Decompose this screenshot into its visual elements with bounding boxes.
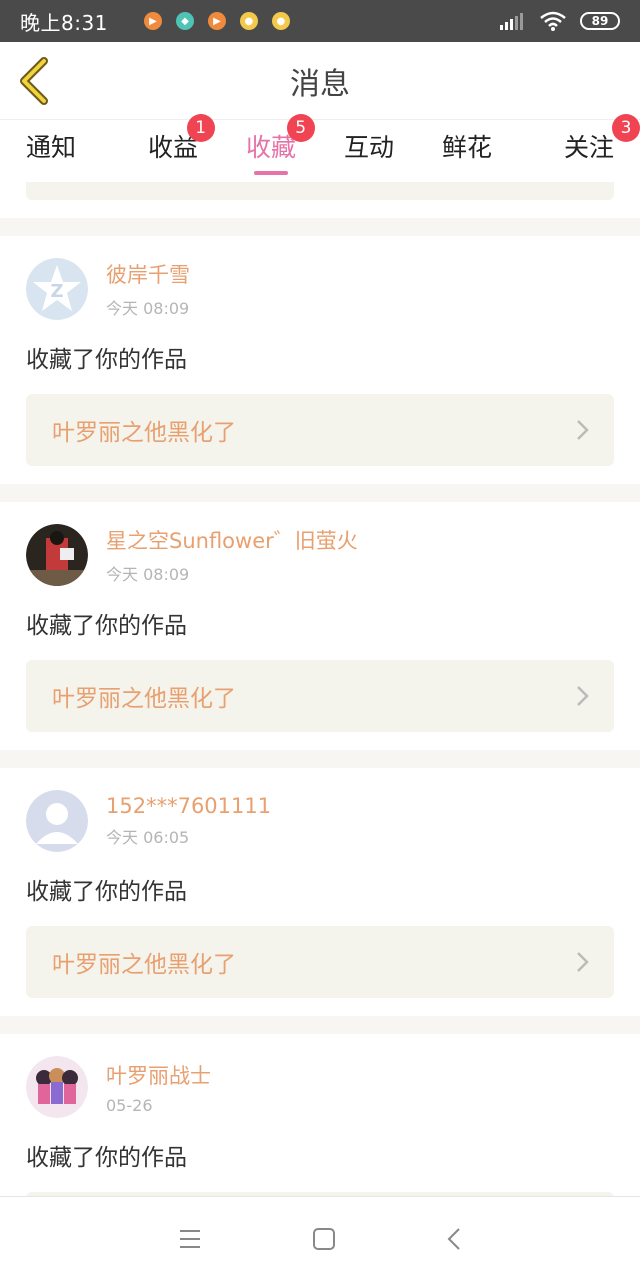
home-square-icon[interactable]	[312, 1227, 336, 1251]
bulb-icon: ●	[239, 12, 258, 30]
avatar[interactable]	[26, 790, 88, 852]
action-text: 收藏了你的作品	[26, 879, 187, 905]
header: 消息	[0, 42, 640, 120]
tab-earnings[interactable]: 收益 1	[124, 114, 222, 182]
chevron-left-icon[interactable]	[14, 57, 54, 105]
tab-label: 互动	[343, 133, 394, 162]
tab-label: 关注	[563, 133, 614, 162]
action-text: 收藏了你的作品	[26, 1145, 187, 1171]
notification-icons: ▶ ◆ ▶ ● ●	[143, 12, 290, 30]
svg-text:Z: Z	[50, 281, 63, 302]
chevron-right-icon	[577, 686, 589, 706]
message-card: 152***7601111 今天 06:05 收藏了你的作品 叶罗丽之他黑化了	[0, 768, 640, 1016]
work-link[interactable]: 叶罗丽之他黑化了	[26, 660, 614, 732]
timestamp: 今天 08:09	[106, 565, 190, 584]
chevron-right-icon	[577, 952, 589, 972]
username[interactable]: 152***7601111	[106, 794, 271, 818]
username[interactable]: 彼岸千雪	[106, 259, 190, 289]
message-card: Z 彼岸千雪 今天 08:09 收藏了你的作品 叶罗丽之他黑化了	[0, 236, 640, 484]
message-card: 星之空Sunflower゛旧萤火 今天 08:09 收藏了你的作品 叶罗丽之他黑…	[0, 502, 640, 750]
work-link[interactable]: 叶罗丽之他黑化了	[26, 926, 614, 998]
avatar[interactable]: Z	[26, 258, 88, 320]
avatar[interactable]	[26, 1056, 88, 1118]
timestamp: 05-26	[106, 1095, 153, 1115]
count-badge: 1	[186, 114, 215, 142]
tab-label: 鲜花	[441, 133, 492, 162]
work-title: 叶罗丽之他黑化了	[52, 952, 236, 978]
timestamp: 今天 08:09	[106, 299, 190, 318]
chevron-right-icon	[577, 420, 589, 440]
back-triangle-icon[interactable]	[446, 1227, 462, 1251]
count-badge: 3	[612, 114, 640, 142]
avatar[interactable]	[26, 524, 88, 586]
tab-label: 收藏	[245, 133, 296, 162]
tab-notifications[interactable]: 通知	[0, 120, 124, 182]
username[interactable]: 叶罗丽战士	[106, 1060, 211, 1090]
username[interactable]: 星之空Sunflower゛旧萤火	[106, 525, 358, 555]
status-bar: 晚上8:31 ▶ ◆ ▶ ● ● 89	[0, 0, 640, 42]
message-card: 叶罗丽战士 05-26 收藏了你的作品	[0, 1034, 640, 1196]
tab-flowers[interactable]: 鲜花	[418, 120, 516, 182]
page-title: 消息	[290, 66, 350, 102]
action-text: 收藏了你的作品	[26, 347, 187, 373]
work-title: 叶罗丽之他黑化了	[52, 420, 236, 446]
work-title: 叶罗丽之他黑化了	[52, 686, 236, 712]
tab-label: 通知	[26, 133, 77, 162]
bulb-icon: ●	[271, 12, 290, 30]
partial-card	[0, 182, 640, 218]
app-icon: ◆	[175, 12, 194, 30]
battery-indicator: 89	[580, 12, 620, 30]
count-badge: 5	[286, 114, 315, 142]
tab-favorites[interactable]: 收藏 5	[222, 114, 320, 182]
tab-follows[interactable]: 关注 3	[516, 114, 640, 182]
action-text: 收藏了你的作品	[26, 613, 187, 639]
signal-icon	[500, 13, 523, 30]
status-time: 晚上8:31	[20, 10, 108, 35]
menu-icon[interactable]	[178, 1228, 202, 1250]
system-nav-bar	[0, 1196, 640, 1280]
work-link[interactable]: 叶罗丽之他黑化了	[26, 394, 614, 466]
tab-bar: 通知 收益 1 收藏 5 互动 鲜花 关注 3	[0, 114, 640, 182]
tab-interactions[interactable]: 互动	[320, 120, 418, 182]
timestamp: 今天 06:05	[106, 828, 190, 847]
video-app-icon: ▶	[207, 12, 226, 30]
video-app-icon: ▶	[143, 12, 162, 30]
message-list[interactable]: Z 彼岸千雪 今天 08:09 收藏了你的作品 叶罗丽之他黑化了 星之空Sunf…	[0, 182, 640, 1196]
wifi-icon	[540, 11, 566, 31]
active-tab-indicator	[254, 171, 288, 175]
